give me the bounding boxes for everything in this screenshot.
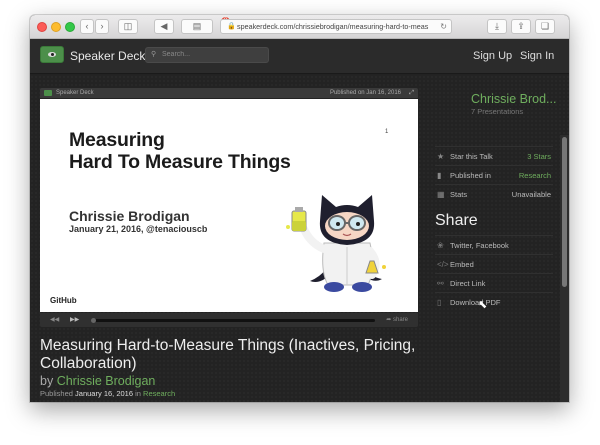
stats-row: ▦ Stats Unavailable — [435, 184, 553, 203]
previous-slide-icon[interactable]: ◀◀ — [50, 313, 59, 327]
search-icon: ⚲ — [151, 51, 157, 58]
star-talk-row[interactable]: ★ Star this Talk 3 Stars — [435, 146, 553, 165]
star-talk-label[interactable]: Star this Talk — [450, 147, 493, 166]
twitter-icon: ❀ — [437, 241, 444, 250]
talk-title: Measuring Hard-to-Measure Things (Inacti… — [40, 337, 416, 372]
slide-author: Chrissie Brodigan — [69, 208, 190, 224]
author-link[interactable]: Chrissie Brodigan — [57, 374, 156, 388]
back-icon[interactable]: ‹ — [80, 19, 94, 34]
next-slide-icon[interactable]: ▶▶ — [70, 313, 79, 327]
mouse-cursor-icon: ⬉ — [478, 299, 488, 311]
published-in-row: ▮ Published in Research — [435, 165, 553, 184]
stats-label: Stats — [450, 190, 468, 199]
main-content: Speaker Deck Published on Jan 16, 2016 ⤢… — [30, 75, 569, 402]
talk-published-info: Published January 16, 2016 in Research — [40, 389, 176, 398]
search-input[interactable] — [162, 51, 262, 58]
stats-value: Unavailable — [511, 190, 551, 199]
share-icon[interactable]: ⇪ — [511, 19, 531, 34]
extension-icon: ▤ — [192, 21, 202, 31]
player-header: Speaker Deck Published on Jan 16, 2016 ⤢ — [40, 88, 418, 98]
link-icon: ⚯ — [437, 279, 444, 288]
speakerdeck-logo-icon[interactable] — [40, 46, 64, 63]
player-published-date: Published on Jan 16, 2016 — [329, 90, 401, 96]
scrollbar-thumb[interactable] — [562, 137, 567, 287]
maximize-window-button[interactable] — [65, 22, 75, 32]
sidebar-icon[interactable]: ◫ — [118, 19, 138, 34]
embed-icon: </> — [437, 260, 449, 269]
slide-title: Measuring Hard To Measure Things — [69, 129, 291, 173]
address-bar[interactable]: 🔒 speakerdeck.com/chrissiebrodigan/measu… — [220, 19, 452, 34]
slide-progress-track[interactable] — [92, 319, 375, 322]
star-icon: ★ — [437, 152, 445, 161]
close-window-button[interactable] — [37, 22, 47, 32]
forward-icon[interactable]: › — [95, 19, 109, 34]
share-direct-link[interactable]: ⚯ Direct Link — [435, 273, 553, 292]
share-heading: Share — [435, 212, 478, 229]
share-arrow-icon: ➦ — [386, 317, 392, 323]
stats-icon: ▦ — [437, 190, 445, 199]
sidebar-author-name[interactable]: Chrissie Brod... — [471, 92, 556, 106]
share-download-pdf[interactable]: ▯ Download PDF — [435, 292, 553, 311]
slide-viewer[interactable]: Measuring Hard To Measure Things 1 Chris… — [40, 99, 418, 312]
category-link[interactable]: Research — [143, 389, 175, 398]
published-date: January 16, 2016 — [75, 389, 134, 398]
fullscreen-icon[interactable]: ⤢ — [409, 88, 414, 98]
private-icon[interactable]: ◀ — [154, 19, 174, 34]
player-controls: ◀◀ ▶▶ ➦ share — [40, 313, 418, 327]
talk-byline: by Chrissie Brodigan — [40, 374, 156, 388]
sidebar-presentation-count: 7 Presentations — [471, 107, 524, 116]
slide-progress-handle[interactable] — [91, 318, 96, 323]
extension-button[interactable]: ▤ — [181, 19, 213, 34]
published-in-label: Published in — [450, 171, 491, 180]
share-twitter-facebook[interactable]: ❀ Twitter, Facebook — [435, 235, 553, 254]
bookmark-icon: ▮ — [437, 171, 442, 180]
sign-up-link[interactable]: Sign Up — [473, 50, 512, 62]
lock-icon: 🔒 — [227, 23, 236, 30]
site-navbar: Speaker Deck ⚲ Sign Up Sign In — [30, 39, 569, 74]
published-in-category[interactable]: Research — [519, 166, 551, 185]
browser-window: ‹ › ◫ ◀ ▤ 8 🔒 speakerdeck.com/chrissiebr… — [30, 15, 569, 402]
player-brand[interactable]: Speaker Deck — [56, 88, 94, 98]
download-icon[interactable]: ⤓ — [487, 19, 507, 34]
search-box[interactable]: ⚲ — [145, 47, 269, 63]
reload-icon[interactable]: ↻ — [440, 20, 447, 33]
browser-toolbar: ‹ › ◫ ◀ ▤ 8 🔒 speakerdeck.com/chrissiebr… — [30, 15, 569, 39]
speakerdeck-small-logo-icon — [44, 90, 52, 96]
minimize-window-button[interactable] — [51, 22, 61, 32]
pdf-icon: ▯ — [437, 298, 442, 307]
star-count: 3 Stars — [527, 152, 551, 161]
slide-date: January 21, 2016, @tenaciouscb — [69, 224, 208, 234]
github-logo: GitHub — [50, 296, 77, 305]
page-scrollbar[interactable] — [560, 135, 569, 402]
brand-name[interactable]: Speaker Deck — [70, 49, 145, 63]
octocat-scientist-illustration — [286, 195, 386, 292]
sign-in-link[interactable]: Sign In — [520, 50, 554, 62]
url-text: speakerdeck.com/chrissiebrodigan/measuri… — [237, 22, 429, 31]
slide-page-number: 1 — [385, 129, 389, 135]
tabs-icon[interactable]: ❏ — [535, 19, 555, 34]
share-embed[interactable]: </> Embed — [435, 254, 553, 273]
player-share-button[interactable]: ➦ share — [386, 313, 408, 327]
